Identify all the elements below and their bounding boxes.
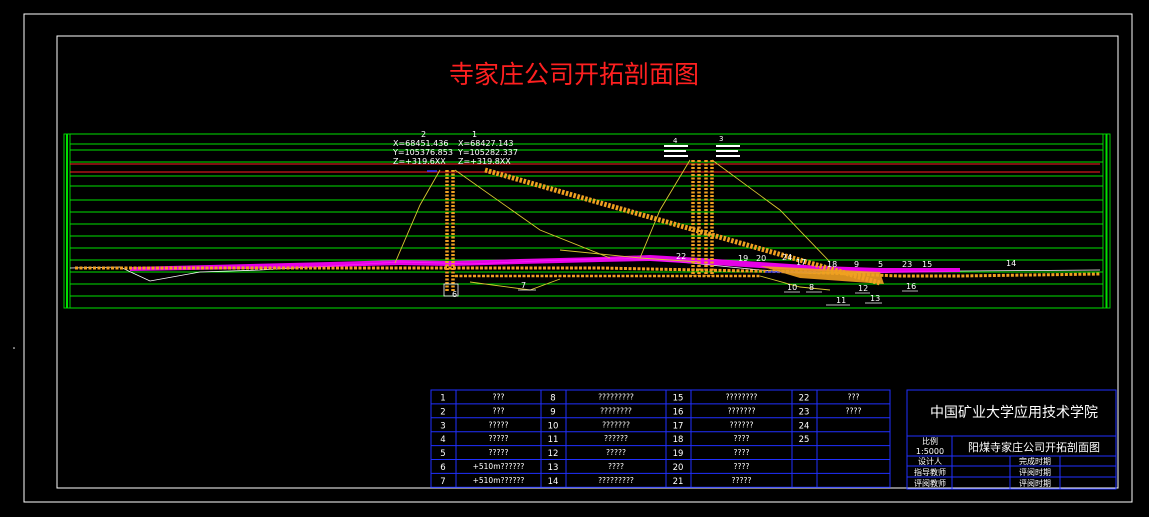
complete-date-label: 完成时期 [1019,456,1051,466]
legend-description: ??? [493,406,505,415]
callout-7: 7 [521,281,526,290]
shaft-4-number: 4 [673,137,678,145]
legend-description: ????? [489,448,509,457]
legend-table: 1 ??? 2 ??? 3 ????? 4 ????? 5 ????? 6 +510m?????? 7 +… [430,389,891,488]
legend-number: 21 [673,477,684,487]
callout-12: 12 [858,284,868,293]
callout-24: 24 [782,253,792,262]
legend-number: 13 [548,463,559,473]
legend-number: 9 [550,407,555,417]
legend-description: ????? [732,476,752,485]
legend-description: ???? [734,448,750,457]
legend-description: +510m?????? [473,462,525,471]
legend-number: 5 [440,449,445,459]
shaft-1-number: 1 [472,130,477,139]
legend-description: ???? [734,462,750,471]
legend-number: 22 [799,394,810,404]
callout-14: 14 [1006,259,1016,268]
legend-description: ????? [489,434,509,443]
legend-description: ???????? [600,406,632,415]
legend-description: ????? [489,420,509,429]
stray-dot [13,347,15,349]
legend-number: 16 [673,407,684,417]
drawing-name: 阳煤寺家庄公司开拓剖面图 [968,440,1100,454]
legend-number: 15 [673,394,684,404]
callout-5: 5 [878,260,883,269]
callout-18: 18 [827,260,837,269]
callout-13: 13 [870,294,880,303]
callout-20: 20 [756,254,766,263]
legend-description: ??? [848,393,860,402]
legend-number: 7 [440,477,445,487]
shaft-1-y: Y=105282.337 [457,148,518,157]
scale-value: 1:5000 [916,447,944,456]
callout-23: 23 [902,260,912,269]
legend-number: 10 [548,421,559,431]
drawing-title: 寺家庄公司开拓剖面图 [449,60,699,89]
cad-drawing-canvas: 寺家庄公司开拓剖面图 2 X=68451.436 Y=105376.853 Z=… [13,13,1133,503]
legend-number: 18 [673,435,684,445]
review-date-label: 评阅时期 [1019,478,1051,488]
shaft-coordinate-blocks [664,145,740,157]
legend-number: 25 [799,435,810,445]
legend-number: 1 [440,394,445,404]
reviewer-label: 评阅教师 [914,478,946,488]
institution-name: 中国矿业大学应用技术学院 [930,404,1098,421]
legend-number: 12 [548,449,559,459]
elevation-grid [63,133,1111,309]
callout-6: 6 [452,290,457,299]
legend-description: ??????? [602,420,630,429]
legend-description: ????????? [598,476,634,485]
legend-description: ???? [734,434,750,443]
legend-number: 24 [799,421,810,431]
legend-description: ????????? [598,393,634,402]
callout-10: 10 [787,283,797,292]
legend-description: +510m?????? [473,476,525,485]
legend-number: 8 [550,394,555,404]
legend-number: 2 [440,407,445,417]
legend-description: ??????? [728,406,756,415]
designer-label: 设计人 [918,456,942,466]
shaft-2-x: X=68451.436 [393,139,448,148]
legend-number: 6 [440,463,445,473]
callout-22: 22 [676,252,686,261]
scale-label: 比例 [922,436,938,446]
shaft-3-number: 3 [719,135,723,143]
legend-number: 14 [548,477,559,487]
legend-number: 4 [440,435,445,445]
callout-11: 11 [836,296,846,305]
legend-number: 3 [440,421,445,431]
shaft-2-z: Z=+319.6XX [393,157,446,166]
legend-number: 17 [673,421,684,431]
shaft-1-z: Z=+319.8XX [458,157,511,166]
legend-description: ???????? [726,393,758,402]
legend-description: ?????? [730,420,754,429]
shaft-2-y: Y=105376.853 [392,148,453,157]
shaft-2-number: 2 [421,130,426,139]
legend-description: ?????? [604,434,628,443]
callout-17: 17 [796,258,806,267]
legend-number: 19 [673,449,684,459]
legend-number: 11 [548,435,559,445]
legend-description: ??? [493,393,505,402]
legend-number: 20 [673,463,684,473]
review-date-label: 评阅时期 [1019,467,1051,477]
legend-description: ???? [846,406,862,415]
shaft-1-x: X=68427.143 [458,139,513,148]
callout-9: 9 [854,260,859,269]
title-block: 中国矿业大学应用技术学院 比例 1:5000 阳煤寺家庄公司开拓剖面图 设计人 … [906,389,1117,490]
legend-description: ????? [606,448,626,457]
legend-number: 23 [799,407,810,417]
callout-16: 16 [906,282,916,291]
advisor-label: 指导教师 [914,467,946,477]
callout-15: 15 [922,260,932,269]
legend-description: ???? [608,462,624,471]
inclined-shaft [484,167,881,286]
callout-19: 19 [738,254,748,263]
callout-8: 8 [809,283,814,292]
